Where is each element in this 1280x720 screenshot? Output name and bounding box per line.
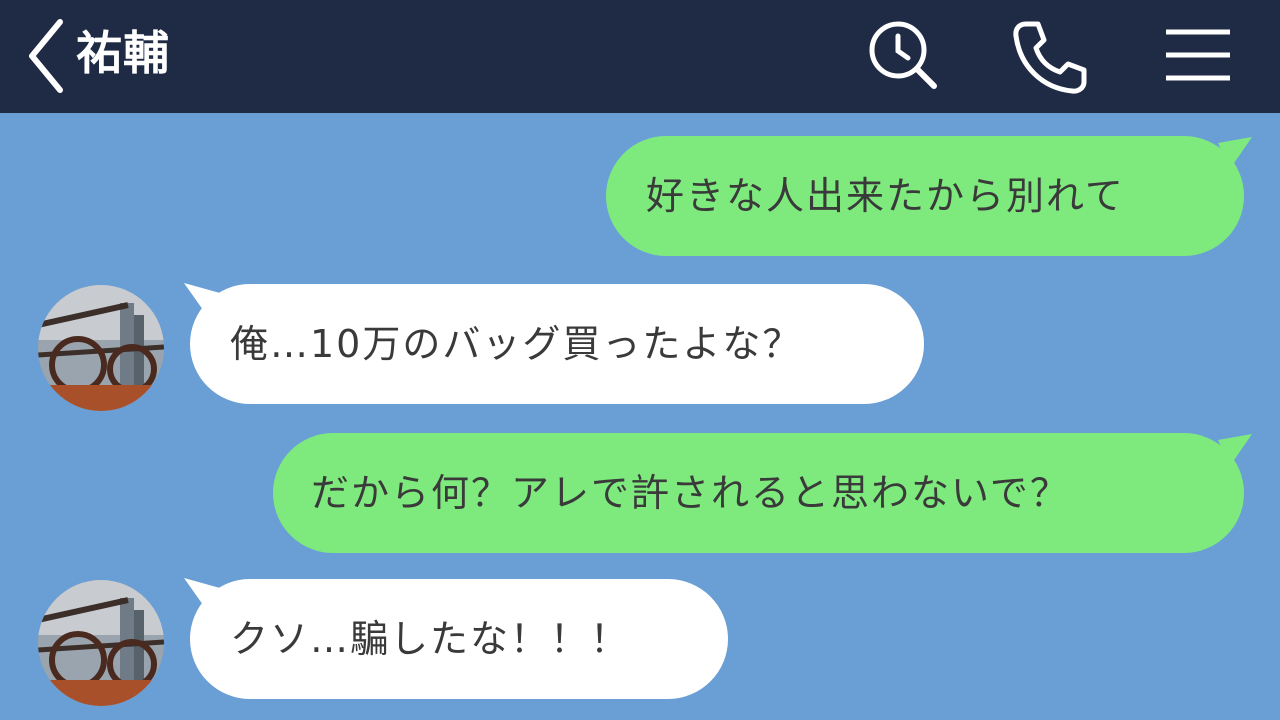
chat-area[interactable]: 好きな人出来たから別れて 俺…10万のバッグ買ったよな？ だから何？アレで許され…	[0, 113, 1280, 720]
bubble-tail	[1218, 434, 1252, 466]
menu-icon	[1166, 29, 1230, 81]
chat-header: 祐輔	[0, 0, 1280, 113]
bubble-tail	[1218, 137, 1252, 169]
phone-icon	[1013, 21, 1087, 94]
sent-message[interactable]: 好きな人出来たから別れて	[606, 136, 1244, 256]
avatar[interactable]	[38, 580, 164, 706]
received-message[interactable]: 俺…10万のバッグ買ったよな？	[190, 284, 924, 404]
avatar-photo	[38, 285, 164, 411]
avatar-photo	[38, 580, 164, 706]
received-message[interactable]: クソ…騙したな！！！	[190, 579, 728, 699]
sent-message[interactable]: だから何？アレで許されると思わないで？	[273, 433, 1244, 553]
menu-button[interactable]	[1158, 20, 1238, 90]
back-button[interactable]	[20, 14, 74, 94]
call-button[interactable]	[1004, 16, 1090, 96]
search-button[interactable]	[862, 16, 942, 96]
search-clock-icon	[869, 21, 937, 89]
chat-title: 祐輔	[76, 26, 170, 80]
avatar[interactable]	[38, 285, 164, 411]
chevron-left-icon	[29, 19, 63, 93]
